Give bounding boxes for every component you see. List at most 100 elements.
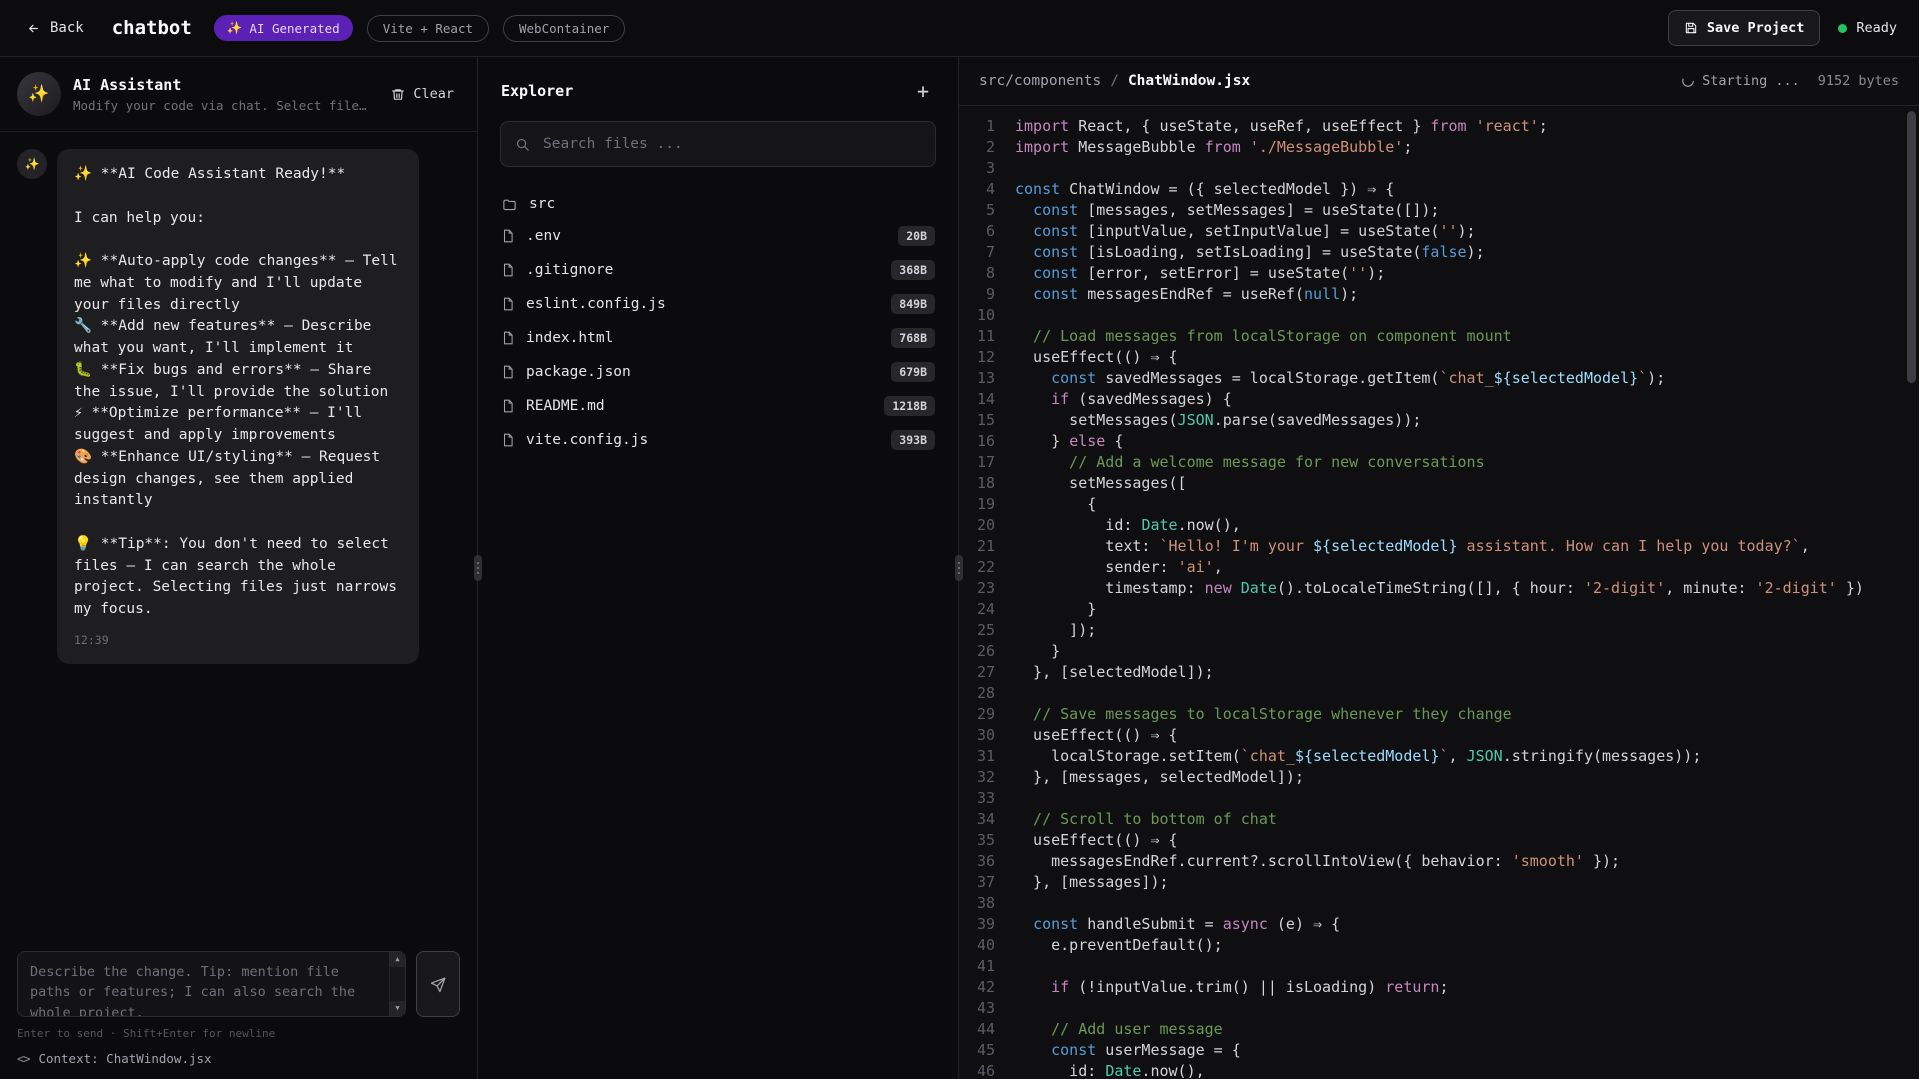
- code-line-36[interactable]: 36 messagesEndRef.current?.scrollIntoVie…: [959, 851, 1919, 872]
- chat-title: AI Assistant: [73, 76, 373, 94]
- back-arrow-icon: [26, 22, 41, 35]
- file-row-package.json[interactable]: package.json679B: [490, 355, 946, 389]
- file-size-badge: 1218B: [884, 396, 935, 416]
- code-line-11[interactable]: 11 // Load messages from localStorage on…: [959, 326, 1919, 347]
- message-paragraph: ✨ **Auto-apply code changes** — Tell me …: [74, 251, 402, 316]
- file-row-eslint.config.js[interactable]: eslint.config.js849B: [490, 287, 946, 321]
- code-line-2[interactable]: 2import MessageBubble from './MessageBub…: [959, 137, 1919, 158]
- topbar-right-group: Save Project Ready: [1668, 10, 1897, 46]
- code-line-25[interactable]: 25 ]);: [959, 620, 1919, 641]
- code-line-45[interactable]: 45 const userMessage = {: [959, 1040, 1919, 1061]
- code-line-39[interactable]: 39 const handleSubmit = async (e) ⇒ {: [959, 914, 1919, 935]
- code-line-3[interactable]: 3: [959, 158, 1919, 179]
- line-number: 33: [959, 788, 1015, 809]
- file-row-.gitignore[interactable]: .gitignore368B: [490, 253, 946, 287]
- line-content: text: `Hello! I'm your ${selectedModel} …: [1015, 536, 1810, 557]
- code-line-22[interactable]: 22 sender: 'ai',: [959, 557, 1919, 578]
- code-line-46[interactable]: 46 id: Date.now(),: [959, 1061, 1919, 1079]
- code-line-8[interactable]: 8 const [error, setError] = useState('')…: [959, 263, 1919, 284]
- code-line-19[interactable]: 19 {: [959, 494, 1919, 515]
- code-line-12[interactable]: 12 useEffect(() ⇒ {: [959, 347, 1919, 368]
- code-line-28[interactable]: 28: [959, 683, 1919, 704]
- editor-panel: src/components / ChatWindow.jsx Starting…: [959, 57, 1919, 1079]
- code-line-15[interactable]: 15 setMessages(JSON.parse(savedMessages)…: [959, 410, 1919, 431]
- code-line-26[interactable]: 26 }: [959, 641, 1919, 662]
- runtime-badge: WebContainer: [503, 15, 625, 42]
- code-line-37[interactable]: 37 }, [messages]);: [959, 872, 1919, 893]
- line-content: // Scroll to bottom of chat: [1015, 809, 1277, 830]
- clear-chat-button[interactable]: Clear: [385, 80, 460, 108]
- code-line-21[interactable]: 21 text: `Hello! I'm your ${selectedMode…: [959, 536, 1919, 557]
- add-file-button[interactable]: +: [911, 79, 935, 103]
- code-lines: 1import React, { useState, useRef, useEf…: [959, 116, 1919, 1079]
- line-number: 38: [959, 893, 1015, 914]
- code-line-44[interactable]: 44 // Add user message: [959, 1019, 1919, 1040]
- explorer-panel: Explorer + src.env20B.gitignore368Beslin…: [478, 57, 959, 1079]
- assistant-message-row: ✨ ✨ **AI Code Assistant Ready!**I can he…: [17, 149, 460, 664]
- panel-resize-handle[interactable]: [474, 555, 482, 581]
- code-line-38[interactable]: 38: [959, 893, 1919, 914]
- code-line-33[interactable]: 33: [959, 788, 1919, 809]
- send-hint: Enter to send · Shift+Enter for newline: [17, 1027, 460, 1040]
- code-line-10[interactable]: 10: [959, 305, 1919, 326]
- file-row-vite.config.js[interactable]: vite.config.js393B: [490, 423, 946, 457]
- code-line-9[interactable]: 9 const messagesEndRef = useRef(null);: [959, 284, 1919, 305]
- panel-resize-handle[interactable]: [955, 555, 963, 581]
- line-number: 25: [959, 620, 1015, 641]
- line-content: }, [selectedModel]);: [1015, 662, 1214, 683]
- code-line-18[interactable]: 18 setMessages([: [959, 473, 1919, 494]
- scroll-up-icon[interactable]: ▲: [390, 952, 405, 967]
- code-line-27[interactable]: 27 }, [selectedModel]);: [959, 662, 1919, 683]
- line-content: const [error, setError] = useState('');: [1015, 263, 1385, 284]
- code-line-31[interactable]: 31 localStorage.setItem(`chat_${selected…: [959, 746, 1919, 767]
- file-icon: [501, 330, 515, 346]
- code-line-5[interactable]: 5 const [messages, setMessages] = useSta…: [959, 200, 1919, 221]
- send-button[interactable]: [416, 951, 460, 1017]
- code-line-29[interactable]: 29 // Save messages to localStorage when…: [959, 704, 1919, 725]
- top-bar: Back chatbot ✨ AI Generated Vite + React…: [0, 0, 1919, 57]
- chat-input-row: ▲ ▼: [17, 951, 460, 1017]
- folder-row-src[interactable]: src: [490, 189, 946, 219]
- file-name: index.html: [526, 330, 613, 346]
- file-row-.env[interactable]: .env20B: [490, 219, 946, 253]
- code-line-34[interactable]: 34 // Scroll to bottom of chat: [959, 809, 1919, 830]
- code-line-42[interactable]: 42 if (!inputValue.trim() || isLoading) …: [959, 977, 1919, 998]
- file-name: README.md: [526, 398, 605, 414]
- code-line-24[interactable]: 24 }: [959, 599, 1919, 620]
- code-line-32[interactable]: 32 }, [messages, selectedModel]);: [959, 767, 1919, 788]
- code-line-30[interactable]: 30 useEffect(() ⇒ {: [959, 725, 1919, 746]
- back-label: Back: [50, 20, 84, 36]
- code-line-7[interactable]: 7 const [isLoading, setIsLoading] = useS…: [959, 242, 1919, 263]
- code-line-6[interactable]: 6 const [inputValue, setInputValue] = us…: [959, 221, 1919, 242]
- code-line-41[interactable]: 41: [959, 956, 1919, 977]
- line-number: 26: [959, 641, 1015, 662]
- textarea-scrollbar[interactable]: ▲ ▼: [389, 952, 405, 1016]
- code-line-4[interactable]: 4const ChatWindow = ({ selectedModel }) …: [959, 179, 1919, 200]
- code-line-16[interactable]: 16 } else {: [959, 431, 1919, 452]
- chat-input[interactable]: [18, 952, 389, 1016]
- chat-messages-scroll[interactable]: ✨ ✨ **AI Code Assistant Ready!**I can he…: [0, 132, 477, 937]
- code-line-23[interactable]: 23 timestamp: new Date().toLocaleTimeStr…: [959, 578, 1919, 599]
- code-editor[interactable]: 1import React, { useState, useRef, useEf…: [959, 106, 1919, 1079]
- code-line-43[interactable]: 43: [959, 998, 1919, 1019]
- code-line-20[interactable]: 20 id: Date.now(),: [959, 515, 1919, 536]
- scroll-down-icon[interactable]: ▼: [390, 1001, 405, 1016]
- file-row-index.html[interactable]: index.html768B: [490, 321, 946, 355]
- file-row-README.md[interactable]: README.md 1218B: [490, 389, 946, 423]
- back-button[interactable]: Back: [22, 14, 88, 42]
- editor-scrollbar-thumb[interactable]: [1907, 111, 1916, 383]
- status-indicator: Ready: [1838, 20, 1897, 36]
- save-project-button[interactable]: Save Project: [1668, 10, 1821, 46]
- search-input[interactable]: [541, 135, 921, 153]
- code-line-17[interactable]: 17 // Add a welcome message for new conv…: [959, 452, 1919, 473]
- line-number: 15: [959, 410, 1015, 431]
- code-line-40[interactable]: 40 e.preventDefault();: [959, 935, 1919, 956]
- code-line-1[interactable]: 1import React, { useState, useRef, useEf…: [959, 116, 1919, 137]
- ai-generated-badge: ✨ AI Generated: [214, 15, 353, 41]
- file-icon: [501, 296, 515, 312]
- message-paragraph: 🎨 **Enhance UI/styling** — Request desig…: [74, 447, 402, 512]
- code-line-35[interactable]: 35 useEffect(() ⇒ {: [959, 830, 1919, 851]
- code-line-14[interactable]: 14 if (savedMessages) {: [959, 389, 1919, 410]
- code-line-13[interactable]: 13 const savedMessages = localStorage.ge…: [959, 368, 1919, 389]
- explorer-title: Explorer: [501, 82, 573, 100]
